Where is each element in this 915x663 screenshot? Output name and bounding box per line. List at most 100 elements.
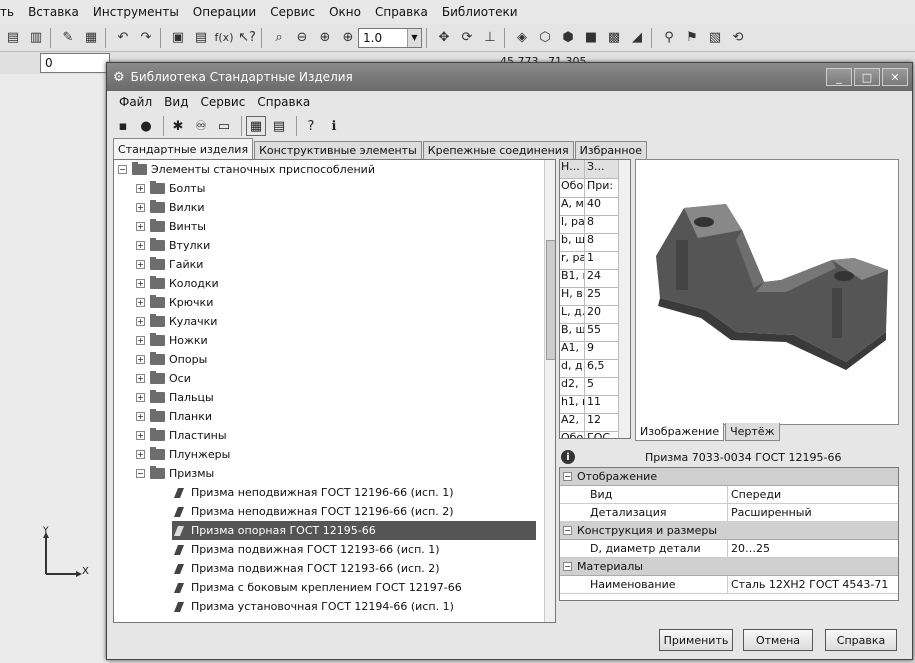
property-row[interactable]: D, диаметр детали 20…25 [560,540,898,558]
tree-folder[interactable]: − Призмы [136,464,214,483]
shaded-icon[interactable]: ■ [581,28,601,48]
property-group[interactable]: − Отображение [560,468,898,486]
expand-icon[interactable]: + [136,336,145,345]
expand-icon[interactable]: + [136,298,145,307]
property-value[interactable]: 20…25 [728,540,770,557]
collapse-icon[interactable]: − [563,562,572,571]
tab-fastener-joints[interactable]: Крепежные соединения [422,141,574,159]
zoom-window-icon[interactable]: ⌕ [269,28,289,48]
menu-item-tools[interactable]: Инструменты [93,5,179,19]
expand-icon[interactable]: + [136,184,145,193]
layer-combo[interactable]: 0 [40,53,110,73]
redo-icon[interactable]: ↷ [136,28,156,48]
refresh-icon[interactable]: ⟲ [728,28,748,48]
tree-folder[interactable]: + Ножки [136,331,208,350]
tree-item[interactable]: Призма опорная ГОСТ 12195-66 [172,521,536,540]
menu-item-libraries[interactable]: Библиотеки [442,5,518,19]
tab-favorites[interactable]: Избранное [574,141,648,159]
expand-icon[interactable]: + [136,393,145,402]
filter-icon[interactable]: ⚲ [659,28,679,48]
apply-button[interactable]: Применить [659,629,733,651]
info-icon[interactable]: ℹ [324,116,344,136]
paste-icon[interactable]: ▤ [3,28,23,48]
zoom-scale-icon[interactable]: ⊕ [338,28,358,48]
tree-folder[interactable]: + Болты [136,179,205,198]
params-scrollbar[interactable] [618,160,630,438]
find-icon[interactable]: ♾ [191,116,211,136]
zoom-combo[interactable]: 1.0 ▼ [358,27,422,48]
property-row[interactable]: Вид Спереди [560,486,898,504]
zoom-out-icon[interactable]: ⊖ [292,28,312,48]
tree-folder[interactable]: + Кулачки [136,312,217,331]
clipboard-icon[interactable]: ▥ [26,28,46,48]
collapse-icon[interactable]: − [563,526,572,535]
view-table-icon[interactable]: ▤ [269,116,289,136]
expand-icon[interactable]: + [136,279,145,288]
expand-icon[interactable]: + [136,431,145,440]
expand-icon[interactable]: + [136,317,145,326]
view-list-icon[interactable]: ▦ [246,116,266,136]
tree-item[interactable]: Призма подвижная ГОСТ 12193-66 (исп. 2) [172,559,440,578]
help-button[interactable]: Справка [825,629,897,651]
hidden-lines-icon[interactable]: ⬡ [535,28,555,48]
tab-drawing[interactable]: Чертёж [725,423,780,441]
tree-folder[interactable]: + Оси [136,369,191,388]
tree-item[interactable]: Призма с боковым креплением ГОСТ 12197-6… [172,578,462,597]
lib-menu-view[interactable]: Вид [164,95,188,109]
expand-icon[interactable]: + [136,222,145,231]
variables-icon[interactable]: ▤ [191,28,211,48]
tree-folder[interactable]: + Плунжеры [136,445,230,464]
chevron-down-icon[interactable]: ▼ [407,28,421,47]
menu-item-help[interactable]: Справка [375,5,428,19]
tree-item[interactable]: Призма установочная ГОСТ 12194-66 (исп. … [172,597,454,616]
menu-item-insert[interactable]: Вставка [28,5,79,19]
property-value[interactable]: Сталь 12ХН2 ГОСТ 4543-71 [728,576,888,593]
tree-root[interactable]: − Элементы станочных приспособлений [118,160,375,179]
close-button[interactable]: ✕ [882,68,908,86]
wireframe-icon[interactable]: ◈ [512,28,532,48]
expand-icon[interactable]: + [136,241,145,250]
expand-icon[interactable]: + [136,374,145,383]
tree-scrollbar[interactable] [544,160,555,622]
tree-folder[interactable]: + Пластины [136,426,227,445]
rotate-icon[interactable]: ⟳ [457,28,477,48]
tree-folder[interactable]: + Вилки [136,198,205,217]
window-titlebar[interactable]: ⚙ Библиотека Стандартные Изделия _ □ ✕ [107,63,912,91]
function-icon[interactable]: f(x) [214,28,234,48]
collapse-icon[interactable]: − [563,472,572,481]
tree-item[interactable]: Призма неподвижная ГОСТ 12196-66 (исп. 2… [172,502,454,521]
format-icon[interactable]: ✎ [58,28,78,48]
expand-icon[interactable]: + [136,355,145,364]
lib-menu-help[interactable]: Справка [257,95,310,109]
tab-constructive-elements[interactable]: Конструктивные элементы [254,141,422,159]
snap-icon[interactable]: ⚑ [682,28,702,48]
expand-icon[interactable]: + [136,203,145,212]
expand-icon[interactable]: + [136,260,145,269]
tree-folder[interactable]: + Винты [136,217,206,236]
lib-menu-file[interactable]: Файл [119,95,152,109]
cancel-button[interactable]: Отмена [743,629,813,651]
tab-standard-items[interactable]: Стандартные изделия [113,138,254,159]
tree-folder[interactable]: + Колодки [136,274,219,293]
tree-folder[interactable]: + Гайки [136,255,203,274]
tree-item[interactable]: Призма неподвижная ГОСТ 12196-66 (исп. 1… [172,483,454,502]
maximize-button[interactable]: □ [854,68,880,86]
property-group[interactable]: − Конструкция и размеры [560,522,898,540]
menu-item-window[interactable]: Окно [329,5,361,19]
tree-folder[interactable]: + Пальцы [136,388,214,407]
expand-icon[interactable]: + [136,450,145,459]
expand-icon[interactable]: + [136,412,145,421]
manager-icon[interactable]: ▣ [168,28,188,48]
lib-menu-service[interactable]: Сервис [200,95,245,109]
shaded-edges-icon[interactable]: ▩ [604,28,624,48]
context-help-icon[interactable]: ↖? [237,28,257,48]
zoom-in-icon[interactable]: ⊕ [315,28,335,48]
tree-folder[interactable]: + Втулки [136,236,210,255]
collapse-icon[interactable]: − [136,469,145,478]
save-icon[interactable]: ▪ [113,116,133,136]
column-header-name[interactable]: Н... [560,160,585,178]
property-row[interactable]: Наименование Сталь 12ХН2 ГОСТ 4543-71 [560,576,898,594]
menu-item-operations[interactable]: Операции [193,5,256,19]
tree-folder[interactable]: + Крючки [136,293,213,312]
pin-icon[interactable]: ✱ [168,116,188,136]
